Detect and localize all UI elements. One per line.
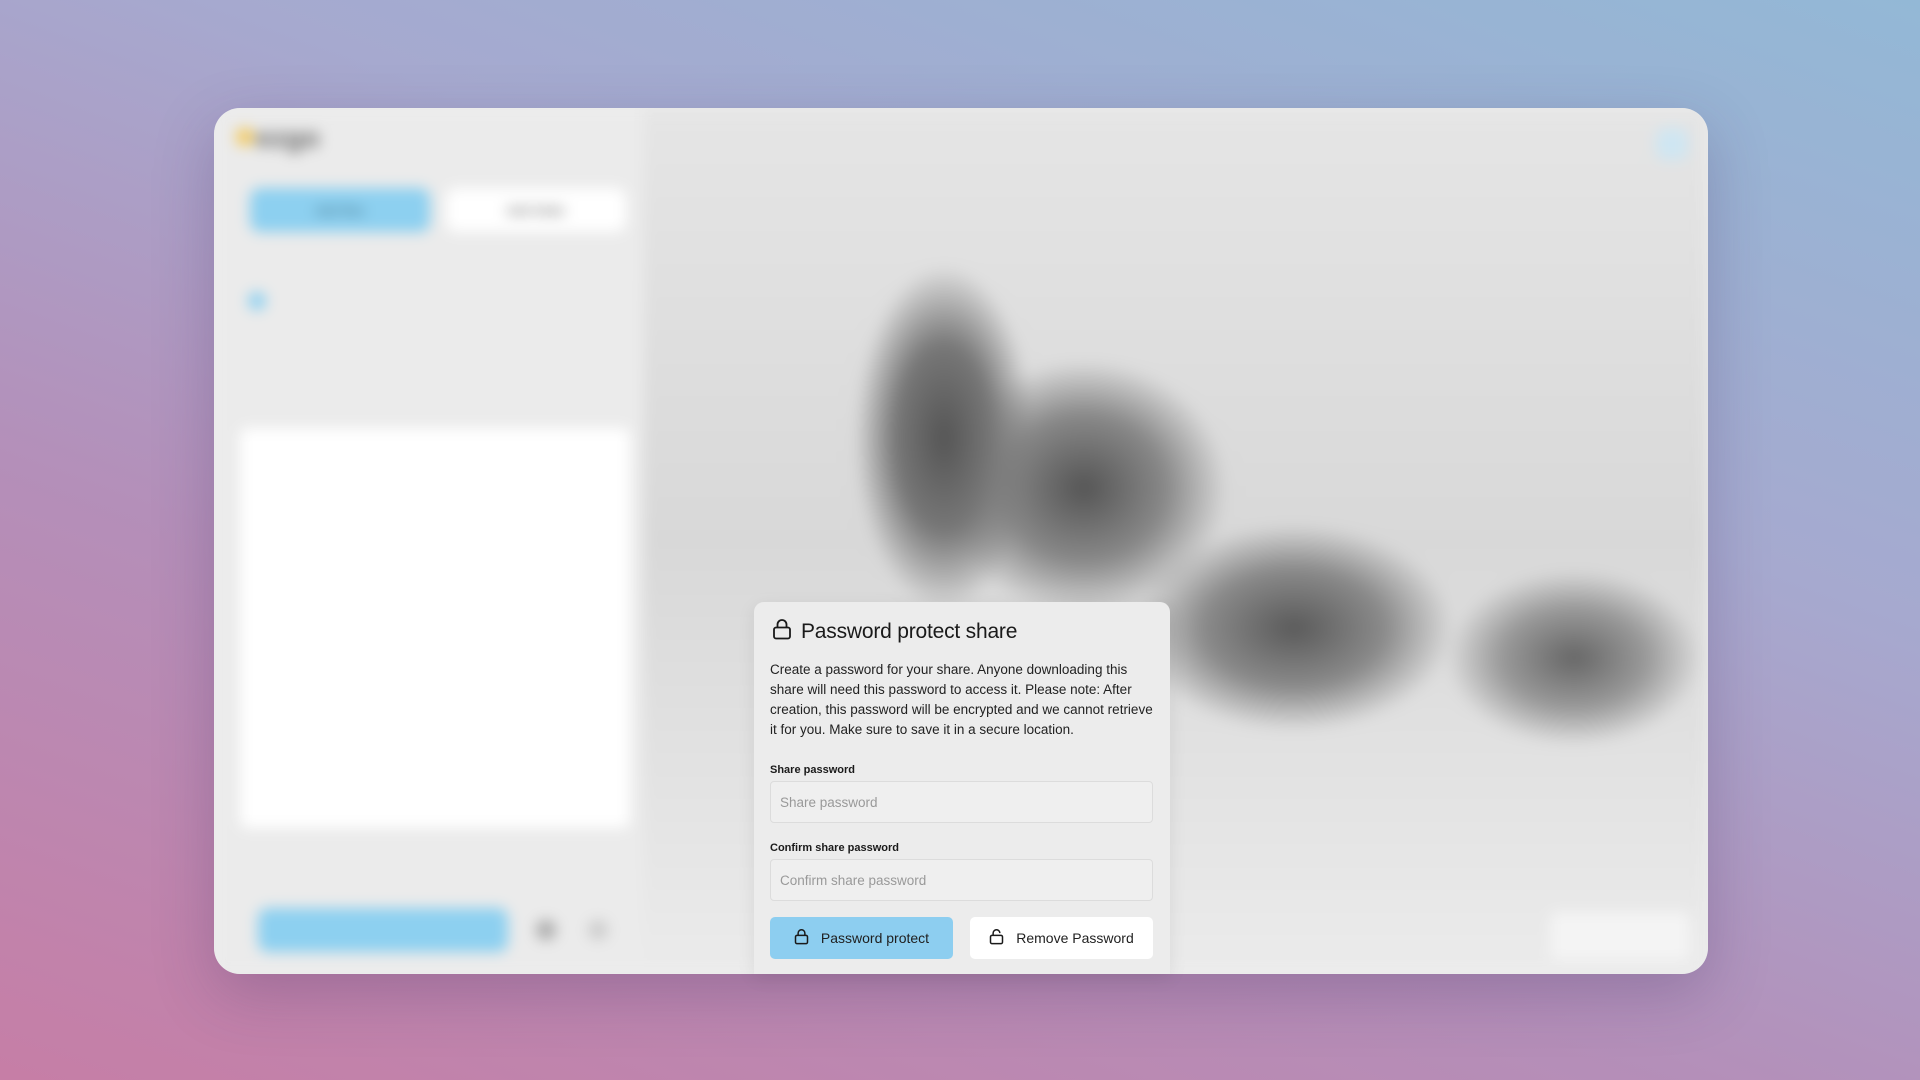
remove-password-label: Remove Password xyxy=(1016,930,1134,946)
send-button xyxy=(258,908,508,952)
more-icon xyxy=(588,920,608,940)
lock-icon xyxy=(794,928,809,948)
menu-icon xyxy=(1656,128,1688,160)
toggle xyxy=(248,292,266,310)
lock-icon xyxy=(772,618,792,645)
add-folder-button: Add folder xyxy=(446,188,626,232)
password-protect-dialog: Password protect share Create a password… xyxy=(754,602,1170,974)
share-password-input[interactable] xyxy=(770,781,1153,823)
password-protect-button[interactable]: Password protect xyxy=(770,917,953,959)
view-controls xyxy=(1550,912,1690,960)
settings-icon xyxy=(536,920,556,940)
sidebar: ezgo Add files Add folder xyxy=(214,108,644,974)
dialog-title: Password protect share xyxy=(801,619,1018,643)
dialog-description: Create a password for your share. Anyone… xyxy=(770,662,1153,737)
confirm-password-input[interactable] xyxy=(770,859,1153,901)
password-protect-label: Password protect xyxy=(820,930,930,946)
dialog-header: Password protect share xyxy=(772,618,1017,645)
share-password-label: Share password xyxy=(770,764,855,776)
add-files-button: Add files xyxy=(250,188,430,232)
remove-password-button[interactable]: Remove Password xyxy=(970,917,1153,959)
confirm-password-label: Confirm share password xyxy=(770,842,899,854)
app-logo: ezgo xyxy=(236,120,320,160)
file-list xyxy=(240,428,630,828)
unlock-icon xyxy=(989,928,1004,948)
